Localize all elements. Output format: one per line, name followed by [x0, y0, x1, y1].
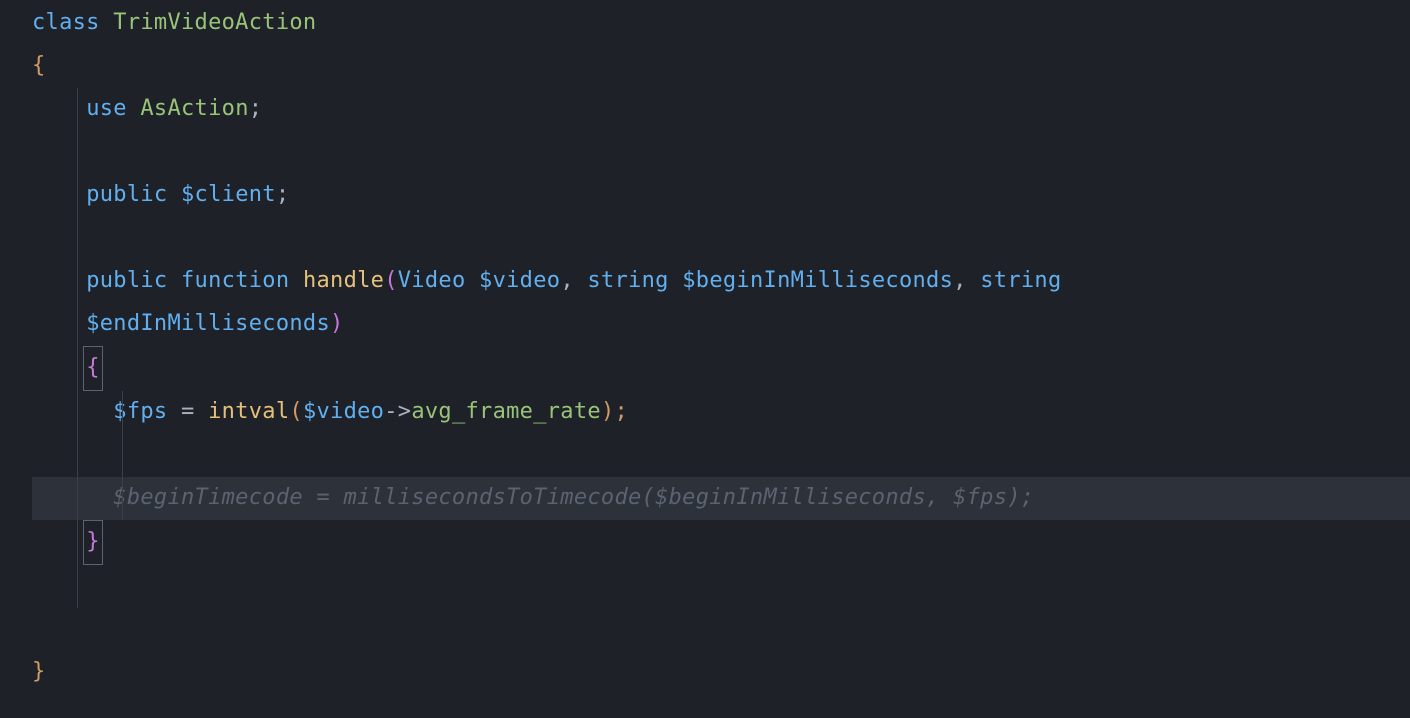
- paren-open: (: [289, 399, 303, 424]
- paren-close-semi: );: [601, 399, 628, 424]
- code-line[interactable]: }: [32, 651, 1410, 694]
- arrow-operator: ->: [384, 399, 411, 424]
- keyword-class: class: [32, 10, 100, 35]
- equals: =: [181, 399, 195, 424]
- paren-open: (: [384, 268, 398, 293]
- semicolon: ;: [276, 182, 290, 207]
- keyword-public: public: [86, 268, 167, 293]
- variable: $video: [303, 399, 384, 424]
- type-hint: string: [980, 268, 1061, 293]
- variable: $client: [181, 182, 276, 207]
- function-call: intval: [208, 399, 289, 424]
- matched-brace-open: {: [83, 346, 103, 391]
- code-line[interactable]: {: [32, 45, 1410, 88]
- comma: ,: [953, 268, 967, 293]
- type-hint: Video: [398, 268, 466, 293]
- code-line[interactable]: class TrimVideoAction: [32, 2, 1410, 45]
- ghost-text[interactable]: $beginTimecode = millisecondsToTimecode(…: [113, 485, 1034, 510]
- brace-close: }: [32, 659, 46, 684]
- brace-open: {: [32, 53, 46, 78]
- code-line[interactable]: $endInMilliseconds): [32, 303, 1410, 346]
- code-line[interactable]: }: [32, 520, 1410, 565]
- type-hint: string: [587, 268, 668, 293]
- code-line[interactable]: public function handle(Video $video, str…: [32, 260, 1410, 303]
- semicolon: ;: [249, 96, 263, 121]
- parameter: $video: [479, 268, 560, 293]
- trait-name: AsAction: [140, 96, 248, 121]
- code-line-empty[interactable]: [32, 131, 1410, 174]
- property: avg_frame_rate: [411, 399, 601, 424]
- code-line-empty[interactable]: [32, 608, 1410, 651]
- code-line[interactable]: use AsAction;: [32, 88, 1410, 131]
- code-line[interactable]: $fps = intval($video->avg_frame_rate);: [32, 391, 1410, 434]
- paren-close: ): [330, 311, 344, 336]
- code-line-empty[interactable]: [32, 565, 1410, 608]
- code-line-empty[interactable]: [32, 434, 1410, 477]
- code-line[interactable]: {: [32, 346, 1410, 391]
- keyword-use: use: [86, 96, 127, 121]
- ghost-suggestion-line[interactable]: $beginTimecode = millisecondsToTimecode(…: [32, 477, 1410, 520]
- class-name: TrimVideoAction: [113, 10, 316, 35]
- code-editor[interactable]: class TrimVideoAction { use AsAction; pu…: [0, 0, 1410, 694]
- code-line[interactable]: public $client;: [32, 174, 1410, 217]
- keyword-function: function: [181, 268, 289, 293]
- parameter: $beginInMilliseconds: [682, 268, 953, 293]
- comma: ,: [560, 268, 574, 293]
- code-line-empty[interactable]: [32, 217, 1410, 260]
- keyword-public: public: [86, 182, 167, 207]
- function-name: handle: [303, 268, 384, 293]
- parameter: $endInMilliseconds: [86, 311, 330, 336]
- matched-brace-close: }: [83, 520, 103, 565]
